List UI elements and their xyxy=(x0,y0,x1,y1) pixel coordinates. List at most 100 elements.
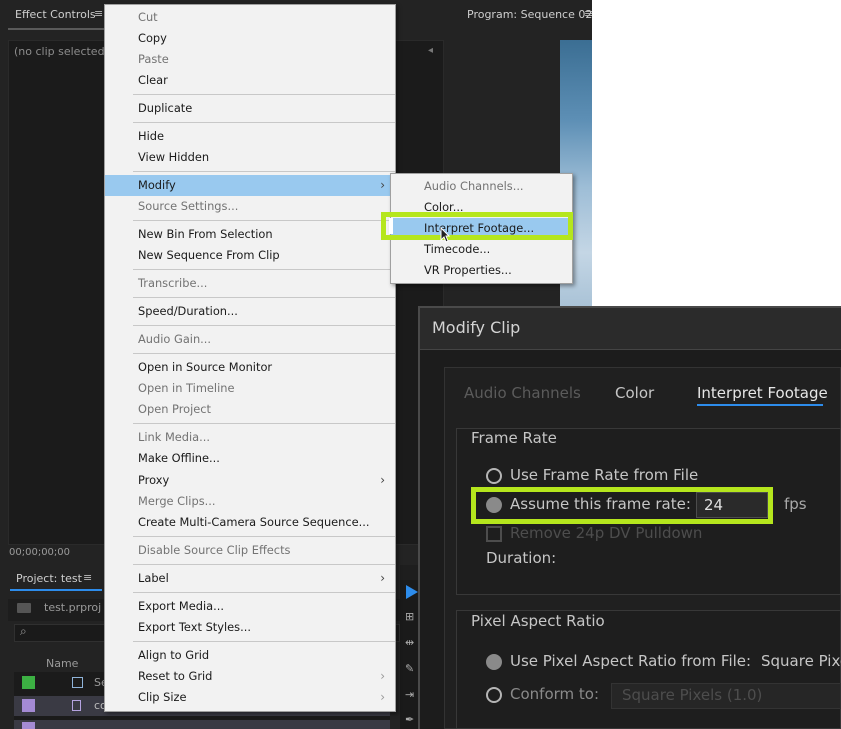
menu-separator xyxy=(133,269,395,270)
frame-rate-highlight-box xyxy=(471,487,773,524)
razor-tool-icon[interactable]: ✎ xyxy=(405,662,414,675)
chevron-right-icon: › xyxy=(380,690,385,704)
menu-item-reset-to-grid-label: Reset to Grid xyxy=(138,669,213,683)
menu-item-link-media[interactable]: Link Media... xyxy=(105,427,395,448)
conform-to-value: Square Pixels (1.0) xyxy=(622,686,763,704)
no-clip-selected-label: (no clip selected) xyxy=(14,45,109,58)
label-color-swatch xyxy=(22,676,35,689)
menu-item-merge-clips[interactable]: Merge Clips... xyxy=(105,491,395,512)
program-menu-icon[interactable]: ≡ xyxy=(584,7,593,20)
menu-item-clip-size[interactable]: Clip Size › xyxy=(105,687,395,708)
tab-color[interactable]: Color xyxy=(615,384,654,402)
project-tab-underline xyxy=(10,589,102,591)
menu-item-cut[interactable]: Cut xyxy=(105,7,395,28)
effect-controls-menu-icon[interactable]: ≡ xyxy=(94,7,103,20)
submenu-item-vr-properties[interactable]: VR Properties... xyxy=(391,260,572,281)
menu-item-disable-source-clip-effects[interactable]: Disable Source Clip Effects xyxy=(105,540,395,561)
use-file-par-radio[interactable] xyxy=(486,654,502,670)
menu-item-proxy[interactable]: Proxy › xyxy=(105,470,395,491)
menu-item-reset-to-grid[interactable]: Reset to Grid › xyxy=(105,666,395,687)
ripple-edit-tool-icon[interactable]: ⇹ xyxy=(405,636,414,649)
menu-item-make-offline[interactable]: Make Offline... xyxy=(105,448,395,469)
sequence-icon xyxy=(72,677,83,688)
menu-separator xyxy=(133,122,395,123)
active-tab-underline xyxy=(697,404,823,406)
menu-separator xyxy=(133,592,395,593)
menu-separator xyxy=(133,220,395,221)
menu-item-clear[interactable]: Clear xyxy=(105,70,395,91)
mouse-cursor-icon xyxy=(440,226,451,247)
folder-icon xyxy=(17,603,31,613)
par-file-value: Square Pixe xyxy=(761,652,841,670)
track-select-tool-icon[interactable]: ⊞ xyxy=(405,610,414,623)
interpret-footage-highlight-box xyxy=(381,212,573,240)
effect-controls-tab-underline xyxy=(8,28,108,30)
submenu-item-timecode[interactable]: Timecode... xyxy=(391,239,572,260)
menu-item-export-text-styles[interactable]: Export Text Styles... xyxy=(105,617,395,638)
menu-item-modify[interactable]: Modify › xyxy=(105,175,395,196)
menu-separator xyxy=(133,297,395,298)
menu-item-clip-size-label: Clip Size xyxy=(138,690,187,704)
menu-separator xyxy=(133,171,395,172)
menu-item-open-in-timeline[interactable]: Open in Timeline xyxy=(105,378,395,399)
menu-item-new-bin-from-selection[interactable]: New Bin From Selection xyxy=(105,224,395,245)
menu-separator xyxy=(133,353,395,354)
menu-item-label-label: Label xyxy=(138,571,169,585)
menu-separator xyxy=(133,94,395,95)
chevron-right-icon: › xyxy=(380,473,385,487)
label-color-swatch xyxy=(22,699,35,712)
menu-item-source-settings[interactable]: Source Settings... xyxy=(105,196,395,217)
menu-item-new-sequence-from-clip[interactable]: New Sequence From Clip xyxy=(105,245,395,266)
menu-item-export-media[interactable]: Export Media... xyxy=(105,596,395,617)
use-file-frame-rate-label[interactable]: Use Frame Rate from File xyxy=(510,466,698,484)
pixel-aspect-ratio-title: Pixel Aspect Ratio xyxy=(471,612,605,630)
menu-item-open-project[interactable]: Open Project xyxy=(105,399,395,420)
project-row[interactable] xyxy=(14,720,390,729)
effect-controls-scroll-icon[interactable]: ◂ xyxy=(428,45,433,56)
menu-item-transcribe[interactable]: Transcribe... xyxy=(105,273,395,294)
menu-item-duplicate[interactable]: Duplicate xyxy=(105,98,395,119)
menu-item-audio-gain[interactable]: Audio Gain... xyxy=(105,329,395,350)
tab-audio-channels[interactable]: Audio Channels xyxy=(464,384,581,402)
conform-to-label[interactable]: Conform to: xyxy=(510,685,599,703)
effect-controls-tab[interactable]: Effect Controls xyxy=(15,8,96,21)
menu-item-open-in-source-monitor[interactable]: Open in Source Monitor xyxy=(105,357,395,378)
frame-rate-title: Frame Rate xyxy=(471,429,557,447)
menu-item-align-to-grid[interactable]: Align to Grid xyxy=(105,645,395,666)
conform-to-radio[interactable] xyxy=(486,687,502,703)
clip-icon xyxy=(72,700,81,711)
menu-item-create-multicam[interactable]: Create Multi-Camera Source Sequence... xyxy=(105,512,395,533)
highlight-stripe xyxy=(389,218,393,234)
menu-item-hide[interactable]: Hide xyxy=(105,126,395,147)
project-menu-icon[interactable]: ≡ xyxy=(83,571,92,584)
menu-separator xyxy=(133,325,395,326)
remove-pulldown-checkbox[interactable] xyxy=(486,526,502,542)
pen-tool-icon[interactable]: ✒ xyxy=(405,713,414,726)
use-file-par-label[interactable]: Use Pixel Aspect Ratio from File: xyxy=(510,652,751,670)
submenu-item-audio-channels[interactable]: Audio Channels... xyxy=(391,176,572,197)
tab-interpret-footage[interactable]: Interpret Footage xyxy=(697,384,828,402)
chevron-right-icon: › xyxy=(380,571,385,585)
fps-unit-label: fps xyxy=(784,495,807,513)
menu-item-proxy-label: Proxy xyxy=(138,473,170,487)
menu-item-speed-duration[interactable]: Speed/Duration... xyxy=(105,301,395,322)
menu-separator xyxy=(133,536,395,537)
effect-controls-timecode: 00;00;00;00 xyxy=(9,547,71,558)
context-menu: Cut Copy Paste Clear Duplicate Hide View… xyxy=(104,4,396,712)
dialog-title: Modify Clip xyxy=(432,318,521,337)
duration-label: Duration: xyxy=(486,549,557,567)
menu-item-view-hidden[interactable]: View Hidden xyxy=(105,147,395,168)
project-tab[interactable]: Project: test xyxy=(16,572,82,585)
program-monitor-tab[interactable]: Program: Sequence 02 xyxy=(467,8,592,21)
chevron-right-icon: › xyxy=(380,178,385,192)
menu-item-paste[interactable]: Paste xyxy=(105,49,395,70)
menu-separator xyxy=(133,564,395,565)
search-icon: ⌕ xyxy=(20,624,27,638)
use-file-frame-rate-radio[interactable] xyxy=(486,468,502,484)
slip-tool-icon[interactable]: ⇥ xyxy=(405,688,414,701)
name-column-header[interactable]: Name xyxy=(46,657,78,670)
chevron-right-icon: › xyxy=(380,669,385,683)
menu-item-label[interactable]: Label › xyxy=(105,568,395,589)
tools-strip xyxy=(400,580,420,729)
menu-item-copy[interactable]: Copy xyxy=(105,28,395,49)
